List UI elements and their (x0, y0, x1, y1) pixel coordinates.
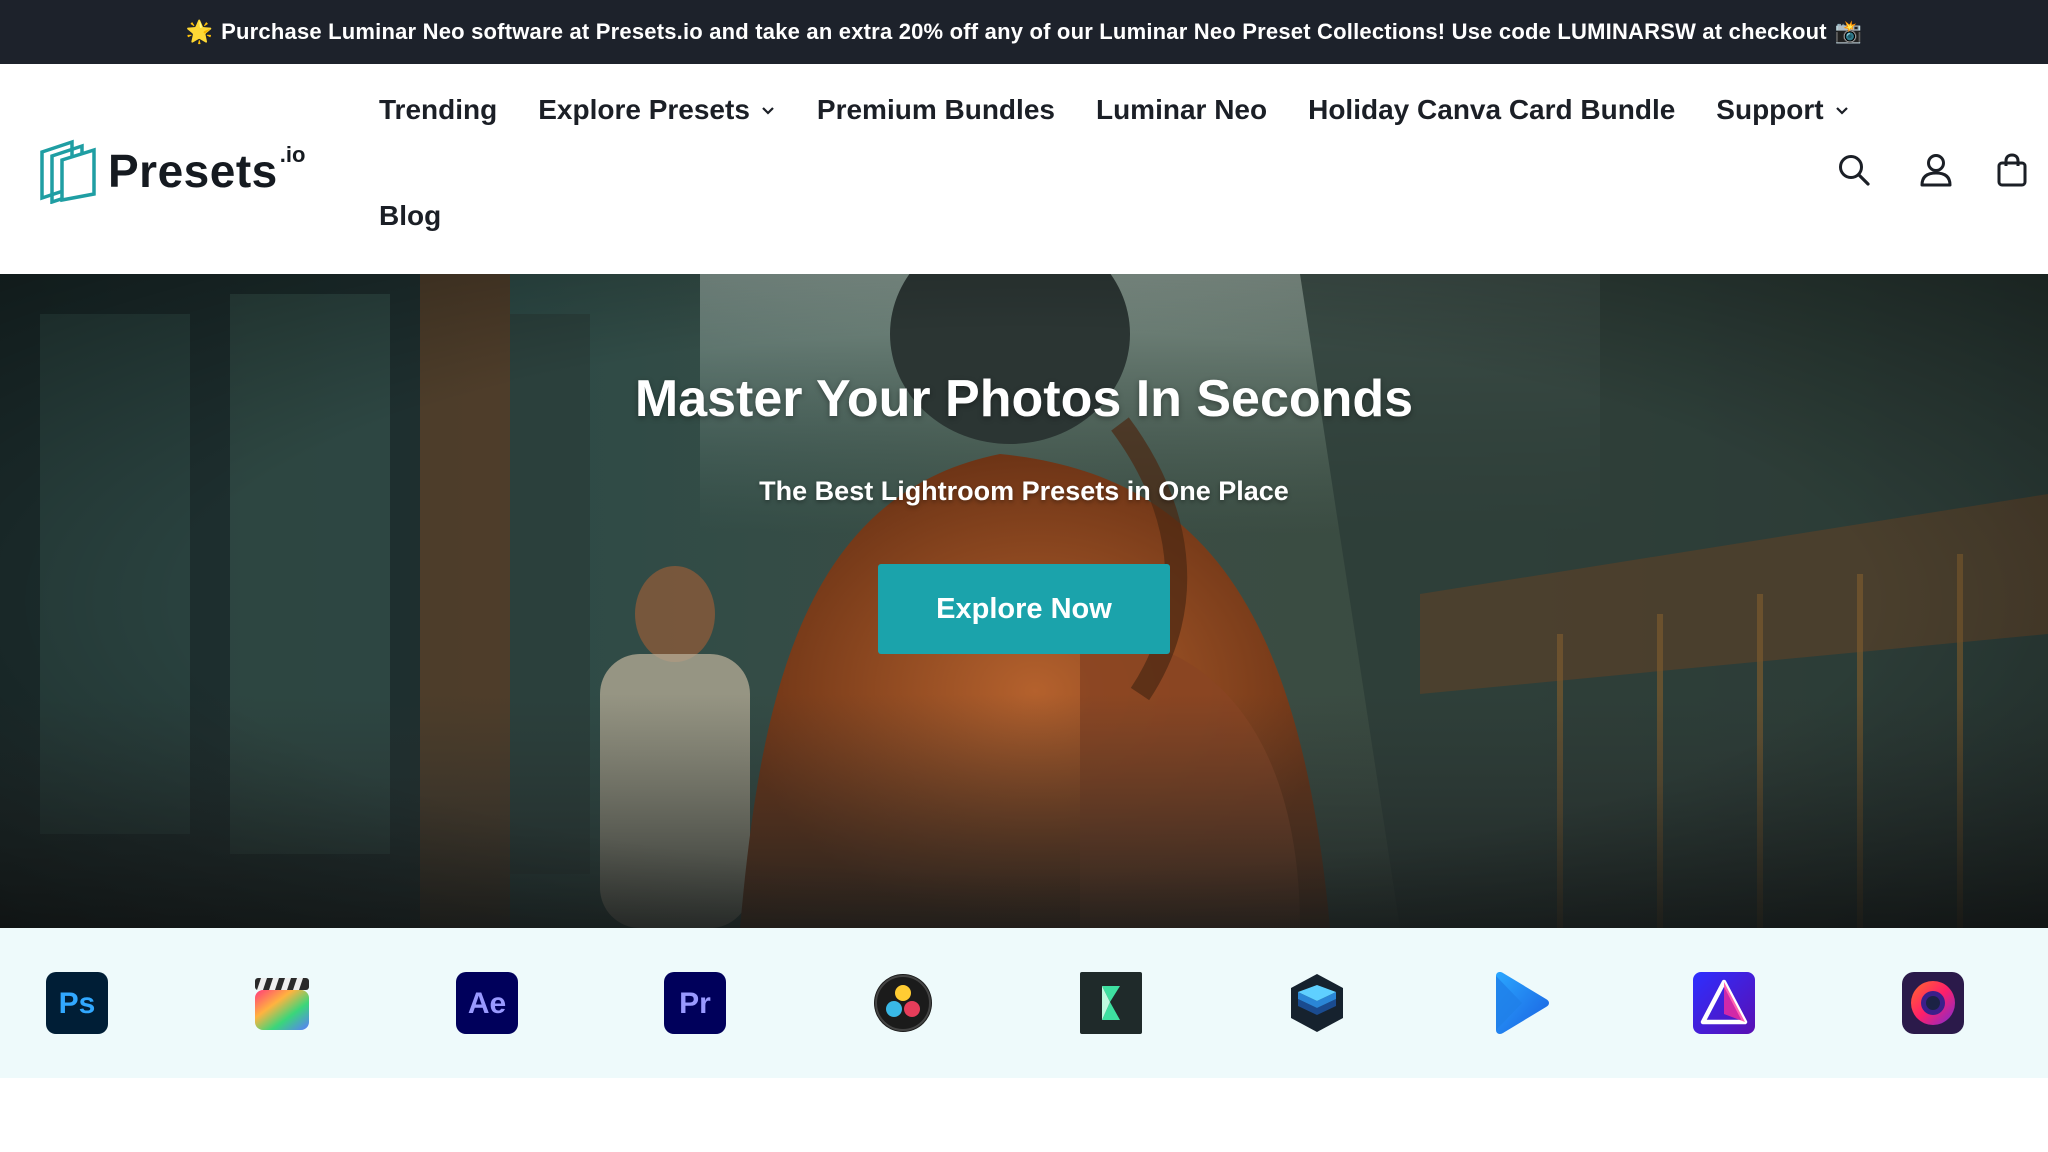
luminar-icon[interactable] (1693, 972, 1755, 1034)
site-header: Presets .io Trending Explore Presets Pre… (0, 64, 2048, 274)
nav-luminar-neo-label: Luminar Neo (1095, 94, 1268, 125)
nav-explore-presets-label: Explore Presets (538, 94, 750, 125)
logo-mark-icon (40, 139, 96, 204)
star-icon: 🌟 (185, 19, 214, 45)
camera-icon: 📸 (1834, 19, 1863, 45)
filmora-icon[interactable] (1080, 972, 1142, 1034)
cart-icon[interactable] (1994, 152, 2030, 188)
account-icon[interactable] (1918, 152, 1954, 188)
announcement-bar: 🌟 Purchase Luminar Neo software at Prese… (0, 0, 2048, 64)
nav-support[interactable]: Support (1716, 94, 1849, 126)
hero-subtitle: The Best Lightroom Presets in One Place (759, 476, 1289, 506)
nav-holiday-canva[interactable]: Holiday Canva Card Bundle (1308, 94, 1675, 126)
after-effects-abbr: Ae (468, 987, 506, 1020)
nav-premium-bundles-label: Premium Bundles (816, 94, 1055, 125)
nav-premium-bundles[interactable]: Premium Bundles (817, 94, 1055, 126)
site-logo[interactable]: Presets .io (38, 136, 338, 206)
supported-apps-strip: Ps Ae Pr (0, 928, 2048, 1078)
davinci-resolve-icon[interactable] (872, 972, 934, 1034)
nav-trending[interactable]: Trending (379, 94, 497, 126)
nav-blog-label: Blog (379, 200, 442, 231)
explore-now-button[interactable]: Explore Now (878, 564, 1170, 654)
hero-banner: Master Your Photos In Seconds The Best L… (0, 274, 2048, 928)
photoshop-abbr: Ps (59, 987, 96, 1020)
final-cut-pro-icon[interactable] (251, 972, 313, 1034)
capture-one-icon[interactable] (1902, 972, 1964, 1034)
nav-trending-label: Trending (379, 94, 498, 125)
premiere-pro-abbr: Pr (679, 987, 711, 1020)
after-effects-icon[interactable]: Ae (456, 972, 518, 1034)
chevron-down-icon (762, 107, 774, 115)
announcement-text: Purchase Luminar Neo software at Presets… (221, 19, 1827, 44)
nav-blog[interactable]: Blog (379, 200, 441, 232)
nav-holiday-canva-label: Holiday Canva Card Bundle (1308, 94, 1676, 125)
layers-app-icon[interactable] (1286, 972, 1348, 1034)
photoshop-icon[interactable]: Ps (46, 972, 108, 1034)
premiere-pro-icon[interactable]: Pr (664, 972, 726, 1034)
hero-title: Master Your Photos In Seconds (634, 370, 1414, 428)
nav-support-label: Support (1716, 94, 1824, 125)
nav-luminar-neo[interactable]: Luminar Neo (1096, 94, 1267, 126)
search-icon[interactable] (1836, 152, 1872, 188)
chevron-down-icon (1835, 107, 1848, 115)
nav-explore-presets[interactable]: Explore Presets (538, 94, 776, 126)
play-video-icon[interactable] (1488, 972, 1550, 1034)
logo-text: Presets (108, 145, 278, 197)
logo-suffix: .io (279, 142, 306, 167)
